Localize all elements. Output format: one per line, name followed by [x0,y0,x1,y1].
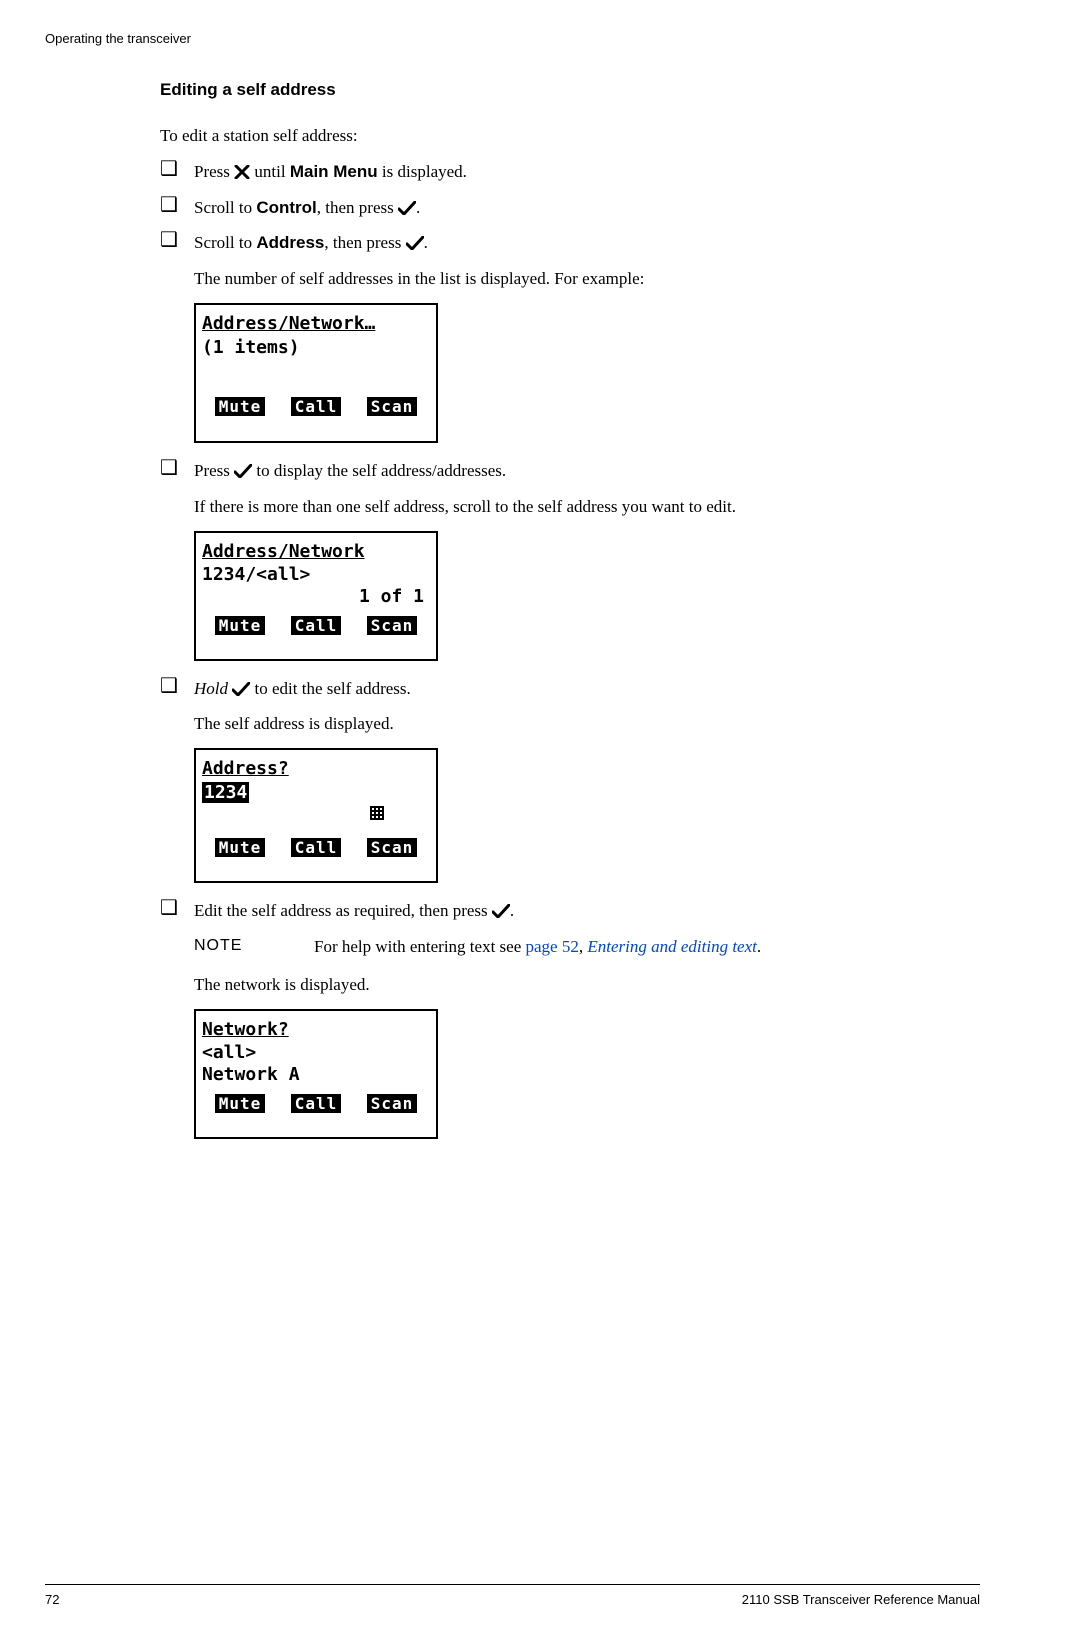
step-3: Scroll to Address, then press . [160,231,970,257]
step-2: Scroll to Control, then press . [160,196,970,222]
section-heading: Editing a self address [160,78,970,102]
text: Edit the self address as required, then … [194,901,492,920]
step-1-text: Press until Main Menu is displayed. [194,160,970,186]
section-link[interactable]: Entering and editing text [587,937,757,956]
step-4-result: If there is more than one self address, … [194,495,970,519]
lcd-title: Address/Network [202,541,430,563]
note-label: NOTE [194,935,314,959]
lcd-line: (1 items) [202,337,430,359]
check-icon [232,679,250,703]
softkey-call: Call [291,616,342,635]
checkbox-marker [160,231,194,249]
softkey-call: Call [291,397,342,416]
softkey-mute: Mute [215,838,266,857]
checkbox-marker [160,899,194,917]
softkey-call: Call [291,1094,342,1113]
step-5-text: Hold to edit the self address. [194,677,970,703]
lcd-screenshot-2: Address/Network 1234/<all> 1 of 1 Mute C… [194,531,438,661]
text-italic: Hold [194,679,228,698]
checkbox-marker [160,196,194,214]
menu-name: Control [256,198,316,217]
softkey-scan: Scan [367,616,418,635]
step-4: Press to display the self address/addres… [160,459,970,485]
step-4-text: Press to display the self address/addres… [194,459,970,485]
step-6-text: Edit the self address as required, then … [194,899,970,925]
lcd-softkeys: Mute Call Scan [202,838,430,857]
lcd-line: <all> [202,1042,430,1064]
intro-text: To edit a station self address: [160,124,970,148]
menu-name: Address [256,233,324,252]
text: For help with entering text see [314,937,526,956]
text: until [250,162,290,181]
page-number: 72 [45,1591,59,1609]
check-icon [406,233,424,257]
manual-title: 2110 SSB Transceiver Reference Manual [742,1591,980,1609]
x-icon [234,162,250,186]
lcd-line: 1 of 1 [202,586,430,608]
lcd-title: Address? [202,758,430,780]
lcd-screenshot-3: Address? 1234 Mute Call Scan [194,748,438,883]
lcd-softkeys: Mute Call Scan [202,397,430,416]
lcd-screenshot-1: Address/Network… (1 items) Mute Call Sca… [194,303,438,443]
text: is displayed. [378,162,467,181]
running-header: Operating the transceiver [45,30,980,48]
check-icon [398,198,416,222]
text: . [416,198,420,217]
text: , then press [317,198,398,217]
lcd-title: Network? [202,1019,430,1041]
hash-icon [370,806,384,820]
step-1: Press until Main Menu is displayed. [160,160,970,186]
checkbox-marker [160,160,194,178]
page-link[interactable]: page 52 [526,937,579,956]
note-row: NOTE For help with entering text see pag… [194,935,970,959]
softkey-scan: Scan [367,1094,418,1113]
lcd-softkeys: Mute Call Scan [202,616,430,635]
step-3-result: The number of self addresses in the list… [194,267,970,291]
softkey-scan: Scan [367,838,418,857]
page-footer: 72 2110 SSB Transceiver Reference Manual [45,1584,980,1609]
lcd-selected-value: 1234 [202,782,249,804]
checkbox-marker [160,677,194,695]
lcd-title: Address/Network… [202,313,430,335]
softkey-mute: Mute [215,1094,266,1113]
text: to edit the self address. [250,679,411,698]
text: Scroll to [194,198,256,217]
menu-name: Main Menu [290,162,378,181]
text: . [757,937,761,956]
step-5-result: The self address is displayed. [194,712,970,736]
check-icon [492,901,510,925]
step-6: Edit the self address as required, then … [160,899,970,925]
softkey-scan: Scan [367,397,418,416]
text: . [424,233,428,252]
lcd-softkeys: Mute Call Scan [202,1094,430,1113]
text: Scroll to [194,233,256,252]
softkey-call: Call [291,838,342,857]
note-text: For help with entering text see page 52,… [314,935,970,959]
lcd-screenshot-4: Network? <all> Network A Mute Call Scan [194,1009,438,1139]
lcd-line: 1234/<all> [202,564,430,586]
step-2-text: Scroll to Control, then press . [194,196,970,222]
softkey-mute: Mute [215,616,266,635]
text: to display the self address/addresses. [252,461,506,480]
softkey-mute: Mute [215,397,266,416]
lcd-line: 1234 [202,782,430,804]
step-5: Hold to edit the self address. [160,677,970,703]
text: Press [194,461,234,480]
check-icon [234,461,252,485]
text: Press [194,162,234,181]
step-6-result: The network is displayed. [194,973,970,997]
step-3-text: Scroll to Address, then press . [194,231,970,257]
text: . [510,901,514,920]
lcd-line: Network A [202,1064,430,1086]
text: , then press [324,233,405,252]
checkbox-marker [160,459,194,477]
